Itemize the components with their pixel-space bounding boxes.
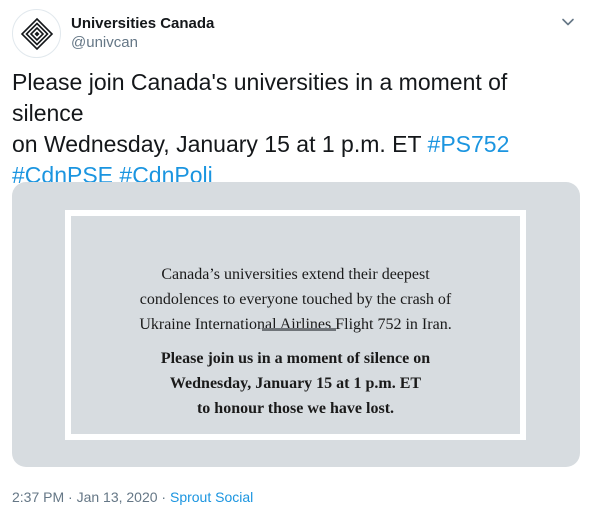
author-names: Universities Canada @univcan [71, 14, 214, 53]
card-divider [262, 328, 336, 331]
univcan-logo-icon [20, 17, 53, 50]
tweet-text: Please join Canada's universities in a m… [12, 67, 572, 191]
media-card-frame: Canada’s universities extend their deepe… [65, 210, 526, 440]
hashtag-ps752[interactable]: #PS752 [428, 131, 510, 157]
tweet-text-line1: Please join Canada's universities in a m… [12, 69, 508, 126]
tweet: Universities Canada @univcan Please join… [0, 0, 593, 518]
more-options-button[interactable] [558, 12, 578, 32]
tweet-header: Universities Canada @univcan [12, 9, 582, 59]
media-image[interactable]: Canada’s universities extend their deepe… [12, 182, 580, 467]
tweet-timestamp[interactable]: 2:37 PM · Jan 13, 2020 · [12, 489, 170, 505]
silence-line1: Please join us in a moment of silence on [160, 350, 431, 367]
condolence-line1: Canada’s universities extend their deepe… [161, 266, 430, 283]
author-handle[interactable]: @univcan [71, 33, 214, 53]
tweet-source-link[interactable]: Sprout Social [170, 489, 253, 505]
silence-message: Please join us in a moment of silence on… [71, 346, 520, 421]
chevron-down-icon [562, 18, 574, 26]
silence-line2: Wednesday, January 15 at 1 p.m. ET [169, 375, 422, 392]
avatar[interactable] [12, 9, 61, 58]
silence-line3: to honour those we have lost. [196, 400, 395, 417]
tweet-footer: 2:37 PM · Jan 13, 2020 · Sprout Social [12, 488, 253, 506]
tweet-text-line2: on Wednesday, January 15 at 1 p.m. ET [12, 131, 428, 157]
condolence-message: Canada’s universities extend their deepe… [71, 262, 520, 337]
condolence-line2: condolences to everyone touched by the c… [139, 291, 452, 308]
author-display-name[interactable]: Universities Canada [71, 14, 214, 33]
